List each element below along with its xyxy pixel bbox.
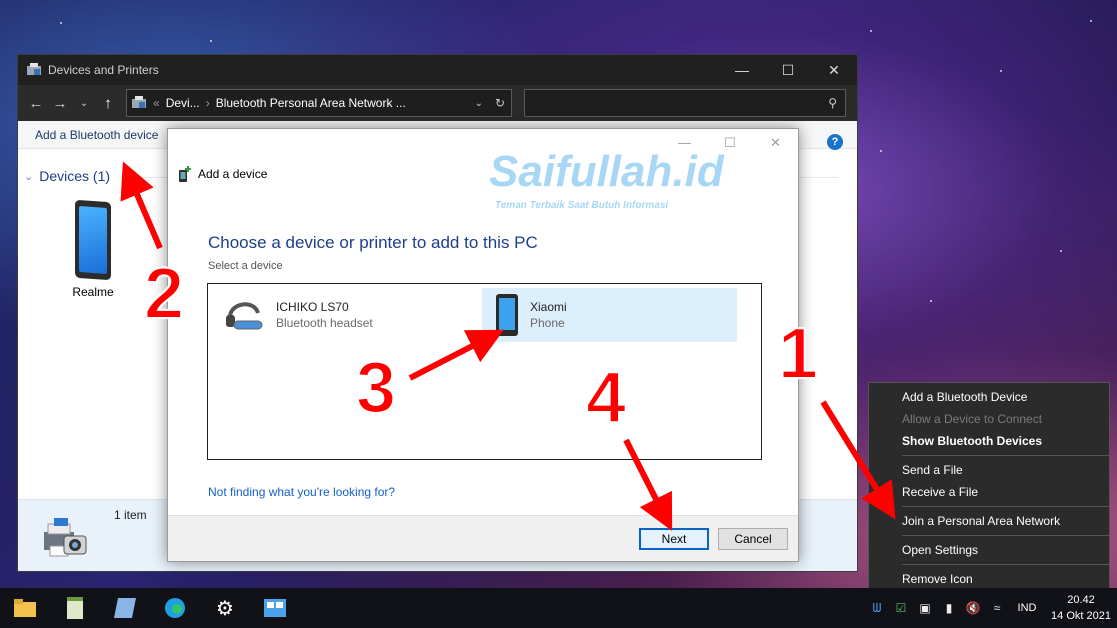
annotation-number-3: 3 xyxy=(355,348,397,428)
clock[interactable]: 20.42 14 Okt 2021 xyxy=(1045,592,1117,624)
defender-icon[interactable]: ☑ xyxy=(889,601,913,615)
arrow-1 xyxy=(820,400,896,520)
volume-muted-icon[interactable]: 🔇 xyxy=(961,601,985,615)
wifi-icon[interactable]: ≈ xyxy=(985,601,1009,615)
notepad-icon[interactable] xyxy=(50,588,100,628)
notes-app-icon[interactable] xyxy=(100,588,150,628)
arrow-2 xyxy=(120,161,163,250)
meet-now-icon[interactable]: ▣ xyxy=(913,601,937,615)
settings-gear-icon[interactable]: ⚙ xyxy=(200,588,250,628)
language-indicator[interactable]: IND xyxy=(1009,602,1045,614)
system-tray: ᗯ ☑ ▣ ▮ 🔇 ≈ IND 20.42 14 Okt 2021 xyxy=(865,588,1117,628)
battery-icon[interactable]: ▮ xyxy=(937,601,961,615)
annotation-number-2: 2 xyxy=(143,254,185,334)
edge-browser-icon[interactable] xyxy=(150,588,200,628)
clock-time: 20.42 xyxy=(1067,594,1095,606)
arrow-4 xyxy=(623,438,673,532)
annotation-number-1: 1 xyxy=(777,314,819,394)
file-explorer-icon[interactable] xyxy=(0,588,50,628)
clock-date: 14 Okt 2021 xyxy=(1051,610,1111,622)
annotation-number-4: 4 xyxy=(585,358,627,438)
arrow-3 xyxy=(408,329,505,381)
taskbar: ⚙ ᗯ ☑ ▣ ▮ 🔇 ≈ IND 20.42 14 Okt 2021 xyxy=(0,588,1117,628)
control-panel-icon[interactable] xyxy=(250,588,300,628)
bluetooth-icon[interactable]: ᗯ xyxy=(865,601,889,616)
